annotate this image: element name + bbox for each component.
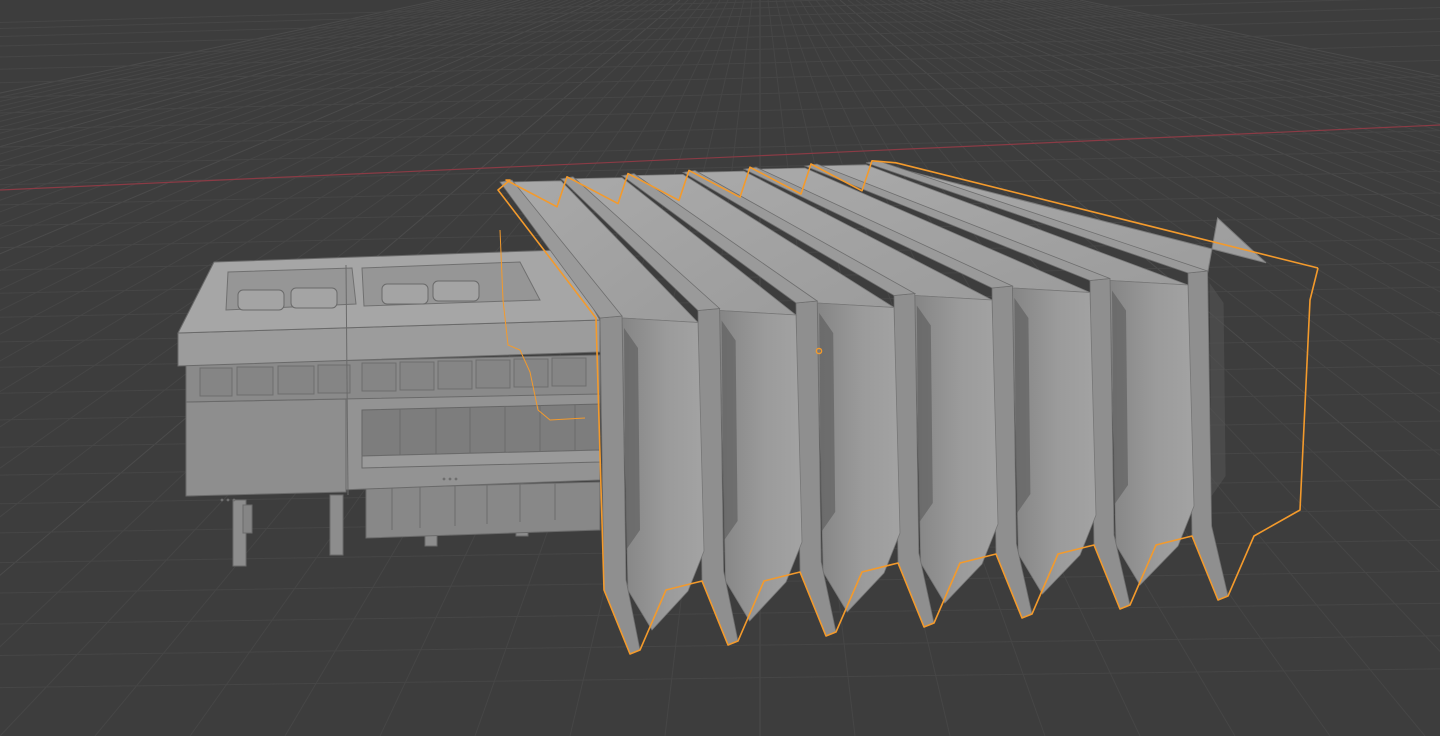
viewport-canvas[interactable]	[0, 0, 1440, 736]
3d-viewport[interactable]	[0, 0, 1440, 736]
main-building[interactable]	[177, 249, 601, 567]
sawtooth-roof-structure[interactable]	[497, 160, 1319, 655]
